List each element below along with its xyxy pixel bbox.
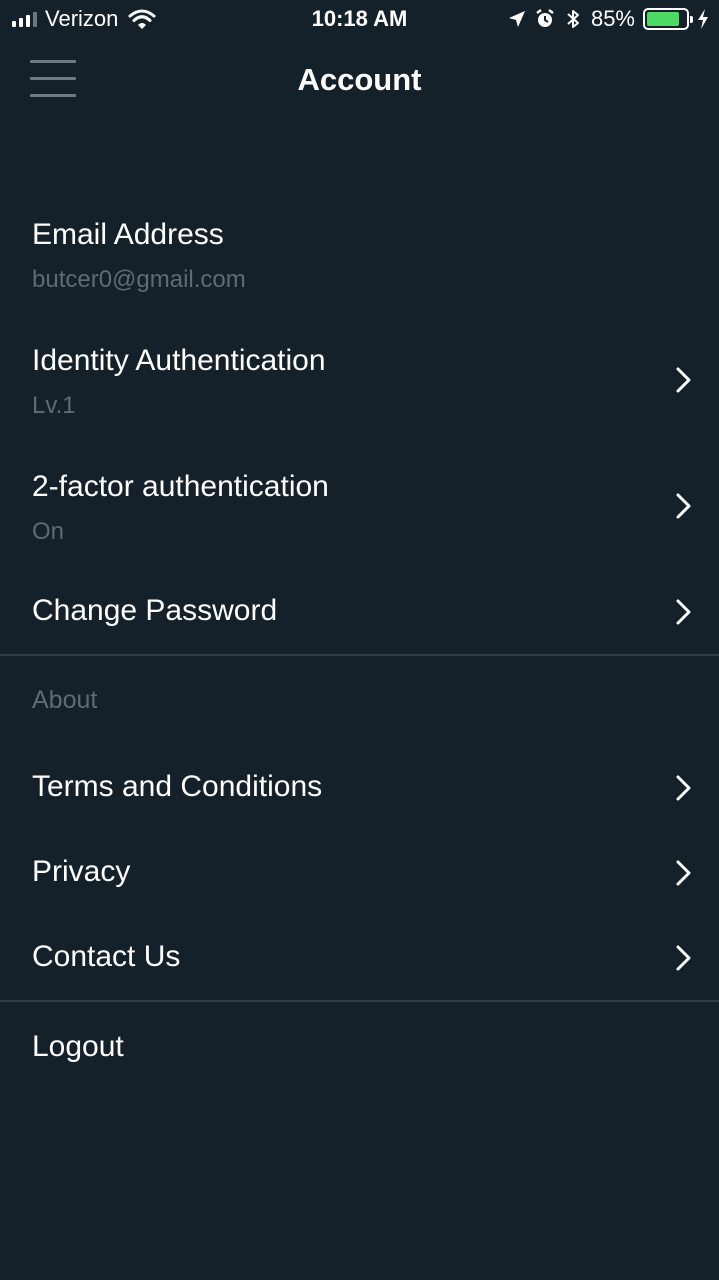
battery-percent: 85% [590, 6, 635, 31]
two-factor-authentication-label: 2-factor authentication [32, 470, 329, 503]
page-title: Account [297, 62, 422, 97]
identity-authentication-row[interactable]: Identity Authentication Lv.1 [0, 336, 719, 436]
terms-and-conditions-row[interactable]: Terms and Conditions [0, 756, 719, 820]
privacy-label: Privacy [32, 855, 131, 888]
logout-label: Logout [32, 1030, 124, 1063]
chevron-right-icon [676, 367, 691, 393]
change-password-label: Change Password [32, 594, 278, 627]
chevron-right-icon [676, 860, 691, 886]
about-section-label: About [32, 686, 98, 714]
email-address-value: butcer0@gmail.com [32, 266, 246, 293]
section-divider [0, 654, 719, 656]
alarm-icon [536, 9, 554, 27]
contact-us-row[interactable]: Contact Us [0, 926, 719, 990]
two-factor-authentication-row[interactable]: 2-factor authentication On [0, 462, 719, 562]
identity-level-value: Lv.1 [32, 392, 76, 419]
status-right: 85% [507, 6, 709, 32]
charging-icon [698, 9, 708, 29]
bluetooth-icon [567, 10, 579, 28]
account-screen: Verizon 10:18 AM 85% Account Email Addre… [0, 0, 719, 1280]
privacy-row[interactable]: Privacy [0, 841, 719, 905]
chevron-right-icon [676, 599, 691, 625]
location-icon [508, 11, 525, 27]
change-password-row[interactable]: Change Password [0, 580, 719, 644]
app-header: Account [0, 40, 719, 120]
email-address-row: Email Address butcer0@gmail.com [0, 210, 719, 310]
identity-authentication-label: Identity Authentication [32, 344, 326, 377]
contact-us-label: Contact Us [32, 940, 181, 973]
chevron-right-icon [676, 493, 691, 519]
two-factor-status-value: On [32, 518, 65, 545]
logout-button[interactable]: Logout [0, 1016, 719, 1080]
section-divider [0, 1000, 719, 1002]
battery-icon [643, 8, 693, 30]
chevron-right-icon [676, 945, 691, 971]
battery-level-fill [647, 12, 680, 26]
email-address-label: Email Address [32, 218, 224, 251]
terms-and-conditions-label: Terms and Conditions [32, 770, 323, 803]
status-bar: Verizon 10:18 AM 85% [0, 0, 719, 40]
chevron-right-icon [676, 775, 691, 801]
